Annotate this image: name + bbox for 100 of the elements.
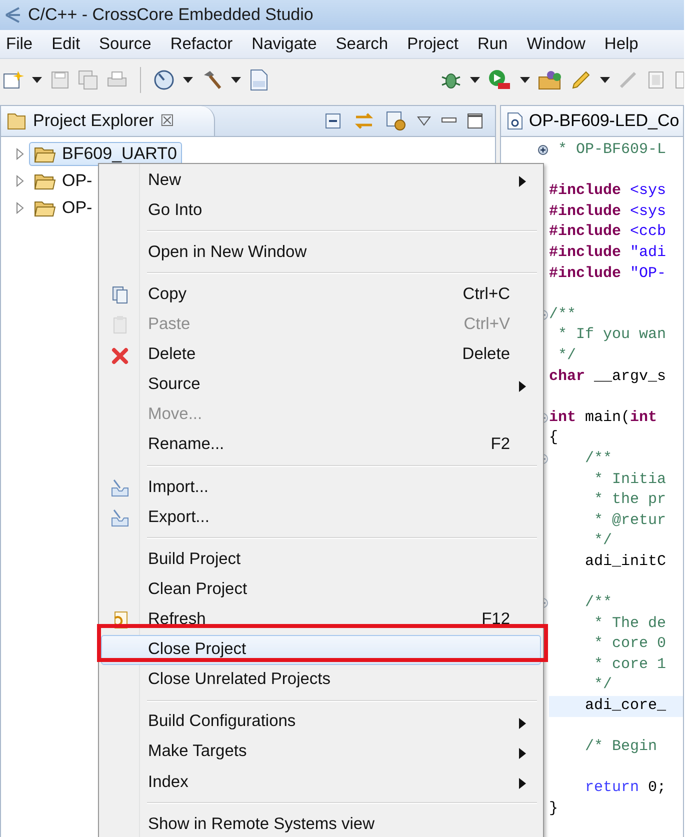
c-file-icon: [507, 112, 523, 130]
menu-item[interactable]: Build Project: [101, 544, 541, 574]
binary-file-icon[interactable]: [249, 69, 269, 91]
code-line: * The de: [593, 614, 668, 634]
gauge-icon[interactable]: [153, 69, 175, 91]
code-line: */: [593, 531, 614, 552]
code-line: * the pr: [593, 490, 668, 510]
dropdown-caret-icon[interactable]: [520, 77, 530, 83]
collapse-all-icon[interactable]: [323, 111, 343, 131]
code-line: * OP-BF609-L: [557, 140, 668, 160]
dropdown-caret-icon[interactable]: [600, 77, 610, 83]
menu-item[interactable]: Index: [101, 766, 541, 798]
submenu-arrow-icon: [519, 748, 526, 759]
project-name: OP-: [62, 170, 92, 190]
shortcut-text: Delete: [462, 345, 510, 364]
code-line: }: [549, 799, 560, 819]
menu-bar-item[interactable]: Project: [407, 34, 458, 54]
menu-item[interactable]: Build Configurations: [101, 706, 541, 737]
menu-bar-item[interactable]: Edit: [52, 34, 80, 54]
menu-item[interactable]: Make Targets: [101, 736, 541, 767]
editor-tab[interactable]: OP-BF609-LED_Co: [501, 106, 683, 137]
code-line: * core 1: [593, 654, 668, 675]
menu-bar-item[interactable]: Window: [526, 34, 586, 54]
collapsed-arrow-icon[interactable]: [15, 148, 25, 160]
menu-item[interactable]: Close Unrelated Projects: [101, 664, 541, 695]
delete-icon: [110, 346, 130, 366]
dropdown-caret-icon[interactable]: [183, 77, 193, 83]
shortcut-text: F2: [490, 435, 510, 454]
code-line: /**: [584, 593, 614, 614]
submenu-arrow-icon: [519, 380, 526, 392]
view-tab[interactable]: Project Explorer ☒: [1, 106, 216, 136]
menu-item[interactable]: Rename... F2: [101, 430, 541, 460]
code-line: {: [549, 428, 560, 448]
menu-bar-item[interactable]: Run: [477, 34, 508, 54]
dropdown-caret-icon[interactable]: [231, 77, 241, 83]
code-line: */: [557, 346, 578, 366]
code-line: #include <sys: [549, 181, 668, 202]
project-folder-icon: [34, 144, 56, 162]
menu-item[interactable]: New: [101, 165, 541, 196]
view-title: Project Explorer: [33, 111, 154, 131]
menu-bar-item[interactable]: Help: [604, 34, 638, 54]
app-logo-icon: [4, 6, 22, 24]
project-name: BF609_UART0: [62, 144, 177, 164]
code-line: * @retur: [593, 510, 668, 531]
menu-item[interactable]: Export...: [101, 502, 541, 532]
project-folder-icon: [34, 172, 56, 190]
code-line: */: [593, 675, 614, 696]
export-icon: [110, 508, 130, 528]
menu-bar-item[interactable]: Navigate: [252, 34, 317, 54]
collapsed-arrow-icon[interactable]: [15, 174, 25, 186]
copy-icon: [110, 285, 130, 306]
code-line: char __argv_s: [549, 366, 668, 387]
project-folder-icon: [34, 198, 56, 216]
menu-item[interactable]: Import...: [101, 472, 541, 502]
submenu-arrow-icon: [519, 176, 526, 187]
menu-item[interactable]: Open in New Window: [101, 237, 541, 268]
close-icon[interactable]: ☒: [160, 111, 174, 131]
tree-item[interactable]: OP-: [29, 196, 98, 220]
code-line: * Initia: [593, 470, 668, 490]
menu-item[interactable]: Clean Project: [101, 574, 541, 604]
tree-item[interactable]: OP-: [29, 168, 98, 192]
dropdown-caret-icon[interactable]: [470, 77, 480, 83]
maximize-icon[interactable]: [467, 113, 483, 129]
menu-item[interactable]: Go Into: [101, 195, 541, 226]
code-line: return 0;: [584, 778, 668, 798]
pen-icon[interactable]: [570, 69, 592, 91]
tree-item[interactable]: BF609_UART0: [29, 142, 182, 166]
settings-icon[interactable]: [385, 110, 407, 132]
menu-bar-item[interactable]: Source: [99, 34, 152, 54]
menu-bar-item[interactable]: Refactor: [170, 34, 233, 54]
shortcut-text: Ctrl+C: [462, 284, 510, 304]
shortcut-text: F12: [482, 610, 510, 629]
code-line: /**: [549, 304, 578, 325]
code-line: * core 0: [593, 634, 668, 654]
new-icon[interactable]: [2, 69, 24, 91]
view-menu-icon[interactable]: [417, 116, 431, 126]
import-icon: [110, 478, 130, 498]
code-line: adi_initC: [584, 552, 668, 572]
submenu-arrow-icon: [519, 778, 526, 789]
expand-fold-icon[interactable]: [538, 145, 548, 156]
menu-item[interactable]: Delete Delete: [101, 340, 541, 370]
menu-item[interactable]: Show in Remote Systems view: [101, 809, 541, 837]
code-line: /* Begin: [584, 737, 658, 758]
project-name: OP-: [62, 198, 92, 218]
code-line: int main(int: [549, 408, 658, 428]
run-icon[interactable]: [488, 69, 512, 91]
code-line: #include <ccb: [549, 222, 668, 242]
folder-icon: [7, 112, 27, 130]
shortcut-text: Ctrl+V: [464, 314, 510, 334]
collapsed-arrow-icon[interactable]: [15, 202, 25, 214]
menu-item[interactable]: Refresh F12: [101, 604, 541, 634]
menu-item[interactable]: Source: [101, 370, 541, 400]
window-title: C/C++ - CrossCore Embedded Studio: [28, 5, 314, 25]
menu-item[interactable]: Copy Ctrl+C: [101, 279, 541, 310]
submenu-arrow-icon: [519, 718, 526, 729]
dropdown-caret-icon[interactable]: [32, 77, 42, 83]
menu-bar-item[interactable]: Search: [336, 34, 388, 54]
menu-bar-item[interactable]: File: [6, 34, 33, 54]
editor-tab-title: OP-BF609-LED_Co: [529, 111, 680, 131]
folder-icon[interactable]: [538, 69, 562, 91]
